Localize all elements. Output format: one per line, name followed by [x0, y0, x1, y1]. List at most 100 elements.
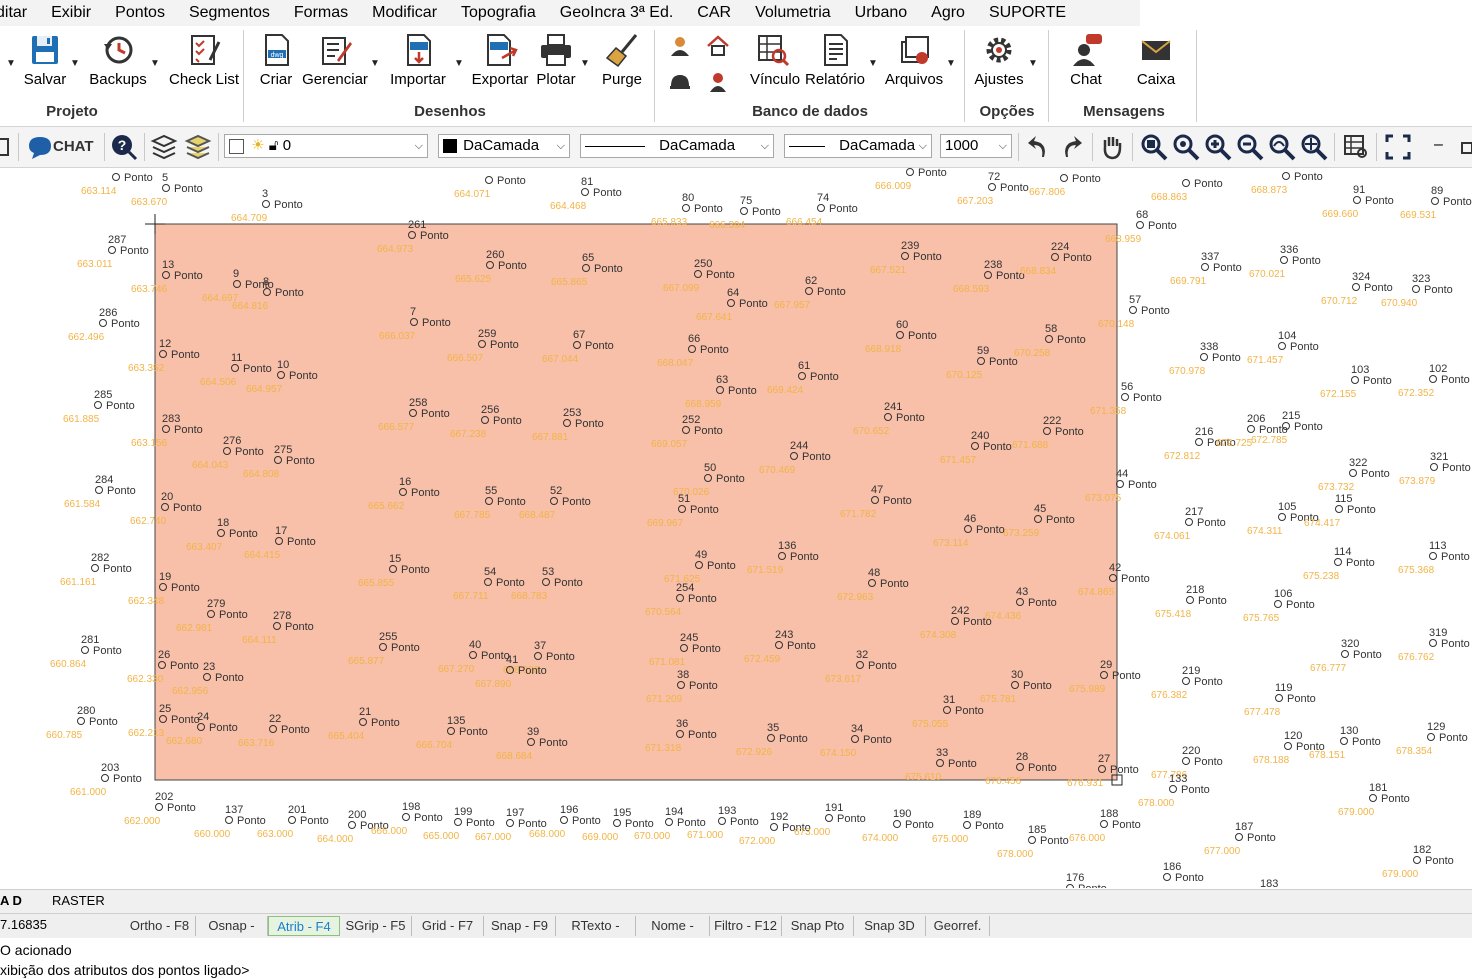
survey-point[interactable]: 202Ponto662.000: [124, 791, 196, 827]
helmet-icon[interactable]: [668, 70, 692, 94]
filtro-toggle[interactable]: Filtro - F12: [710, 916, 782, 936]
survey-point[interactable]: Ponto 668.873: [1251, 171, 1323, 196]
point-marker[interactable]: [893, 820, 901, 828]
chat-bubble-icon[interactable]: [26, 133, 54, 161]
menu-topografia[interactable]: Topografia: [449, 0, 548, 26]
point-marker[interactable]: [718, 817, 726, 825]
zoom-extents-icon[interactable]: [1172, 133, 1200, 161]
survey-point[interactable]: Ponto 668.863: [1151, 178, 1223, 203]
point-marker[interactable]: [740, 207, 748, 215]
sgrip-toggle[interactable]: SGrip - F5: [340, 916, 412, 936]
point-marker[interactable]: [1280, 256, 1288, 264]
point-marker[interactable]: [1430, 463, 1438, 471]
point-marker[interactable]: [1431, 197, 1439, 205]
point-marker[interactable]: [1413, 856, 1421, 864]
point-marker[interactable]: [1182, 179, 1190, 187]
drawing-canvas[interactable]: Ponto 663.114 5 Ponto 663.670 3 Ponto 664.709 Po…: [0, 168, 1472, 888]
caixa-button[interactable]: Caixa: [1134, 32, 1178, 88]
point-marker[interactable]: [402, 813, 410, 821]
point-marker[interactable]: [1351, 376, 1359, 384]
point-marker[interactable]: [906, 168, 914, 176]
undo-icon[interactable]: [1024, 133, 1052, 161]
menu-volumetria[interactable]: Volumetria: [743, 0, 843, 26]
point-marker[interactable]: [1429, 375, 1437, 383]
point-marker[interactable]: [1060, 174, 1068, 182]
lineweight-select[interactable]: DaCamada ⌵: [784, 134, 932, 158]
survey-point[interactable]: 91Ponto 669.660: [1322, 184, 1394, 220]
layer-select[interactable]: ☀ 🔓︎ 0 ⌵: [224, 134, 428, 158]
rtexto-toggle[interactable]: RTexto - F10: [556, 916, 636, 953]
snap-3d-toggle[interactable]: Snap 3D: [854, 916, 926, 936]
tab-raster[interactable]: RASTER: [52, 893, 105, 908]
chat-button[interactable]: Chat: [1064, 32, 1108, 88]
point-marker[interactable]: [963, 821, 971, 829]
zoom-out-icon[interactable]: [1236, 133, 1264, 161]
survey-point[interactable]: Ponto 663.114: [81, 172, 153, 197]
survey-point[interactable]: 188Ponto676.000: [1069, 808, 1141, 844]
home-icon[interactable]: [706, 34, 730, 58]
survey-point[interactable]: 203Ponto661.000: [70, 762, 142, 798]
point-marker[interactable]: [1247, 425, 1255, 433]
survey-point[interactable]: 284Ponto661.584: [64, 474, 136, 510]
command-history[interactable]: O acionado xibição dos atributos dos pon…: [0, 938, 1472, 979]
plotar-button[interactable]: Plotar: [534, 32, 578, 88]
survey-point[interactable]: 217Ponto674.061: [1154, 506, 1226, 542]
survey-point[interactable]: 189Ponto675.000: [932, 809, 1004, 845]
survey-point[interactable]: 104Ponto671.457: [1247, 330, 1319, 366]
redo-icon[interactable]: [1058, 133, 1086, 161]
point-marker[interactable]: [1282, 172, 1290, 180]
georref-toggle[interactable]: Georref.: [926, 916, 990, 936]
tab-model[interactable]: A D: [0, 893, 22, 908]
point-marker[interactable]: [581, 188, 589, 196]
survey-point[interactable]: 321Ponto673.879: [1399, 451, 1471, 487]
chat-toolbar-label[interactable]: CHAT: [53, 138, 94, 155]
point-marker[interactable]: [1169, 785, 1177, 793]
ajustes-button[interactable]: Ajustes: [974, 32, 1024, 88]
survey-point[interactable]: 133Ponto678.000: [1138, 773, 1210, 809]
survey-point[interactable]: 113Ponto675.368: [1398, 540, 1470, 576]
point-marker[interactable]: [288, 816, 296, 824]
dropdown-arrow[interactable]: ▼: [946, 58, 956, 69]
survey-point[interactable]: Ponto 664.071: [454, 175, 526, 200]
zoom-realtime-icon[interactable]: [1300, 133, 1328, 161]
survey-point[interactable]: 286Ponto662.496: [68, 307, 140, 343]
point-marker[interactable]: [262, 200, 270, 208]
point-marker[interactable]: [1340, 737, 1348, 745]
drawing-svg[interactable]: Ponto 663.114 5 Ponto 663.670 3 Ponto 664.709 Po…: [0, 168, 1472, 888]
point-marker[interactable]: [506, 819, 514, 827]
table-search-icon[interactable]: [1342, 133, 1370, 161]
point-marker[interactable]: [77, 717, 85, 725]
layers-icon[interactable]: [150, 133, 178, 161]
scale-select[interactable]: 1000 ⌵: [940, 134, 1012, 158]
point-marker[interactable]: [613, 819, 621, 827]
arquivos-button[interactable]: Arquivos: [884, 32, 944, 88]
point-marker[interactable]: [348, 821, 356, 829]
point-marker[interactable]: [1182, 757, 1190, 765]
point-marker[interactable]: [91, 564, 99, 572]
point-marker[interactable]: [1412, 285, 1420, 293]
point-marker[interactable]: [485, 176, 493, 184]
survey-point[interactable]: 190Ponto674.000: [862, 808, 934, 844]
point-marker[interactable]: [162, 184, 170, 192]
point-marker[interactable]: [108, 246, 116, 254]
criar-button[interactable]: dwg Criar: [256, 32, 296, 88]
point-marker[interactable]: [1185, 518, 1193, 526]
survey-point[interactable]: 187Ponto677.000: [1204, 821, 1276, 857]
dropdown-arrow[interactable]: ▼: [1028, 58, 1038, 69]
nome-toggle[interactable]: Nome - F11: [636, 916, 710, 953]
minimize-icon[interactable]: –: [1434, 136, 1443, 154]
point-marker[interactable]: [81, 646, 89, 654]
survey-point[interactable]: 3 Ponto 664.709: [231, 188, 303, 224]
menu-car[interactable]: CAR: [685, 0, 743, 26]
linetype-select[interactable]: DaCamada ⌵: [580, 134, 774, 158]
point-marker[interactable]: [770, 823, 778, 831]
point-marker[interactable]: [1341, 650, 1349, 658]
point-marker[interactable]: [1334, 558, 1342, 566]
point-marker[interactable]: [1274, 600, 1282, 608]
point-marker[interactable]: [1195, 438, 1203, 446]
survey-point[interactable]: 106Ponto675.765: [1243, 588, 1315, 624]
dropdown-arrow[interactable]: ▼: [454, 58, 464, 69]
point-marker[interactable]: [1200, 353, 1208, 361]
menu-modificar[interactable]: Modificar: [360, 0, 449, 26]
dropdown-arrow[interactable]: ▼: [580, 58, 590, 69]
